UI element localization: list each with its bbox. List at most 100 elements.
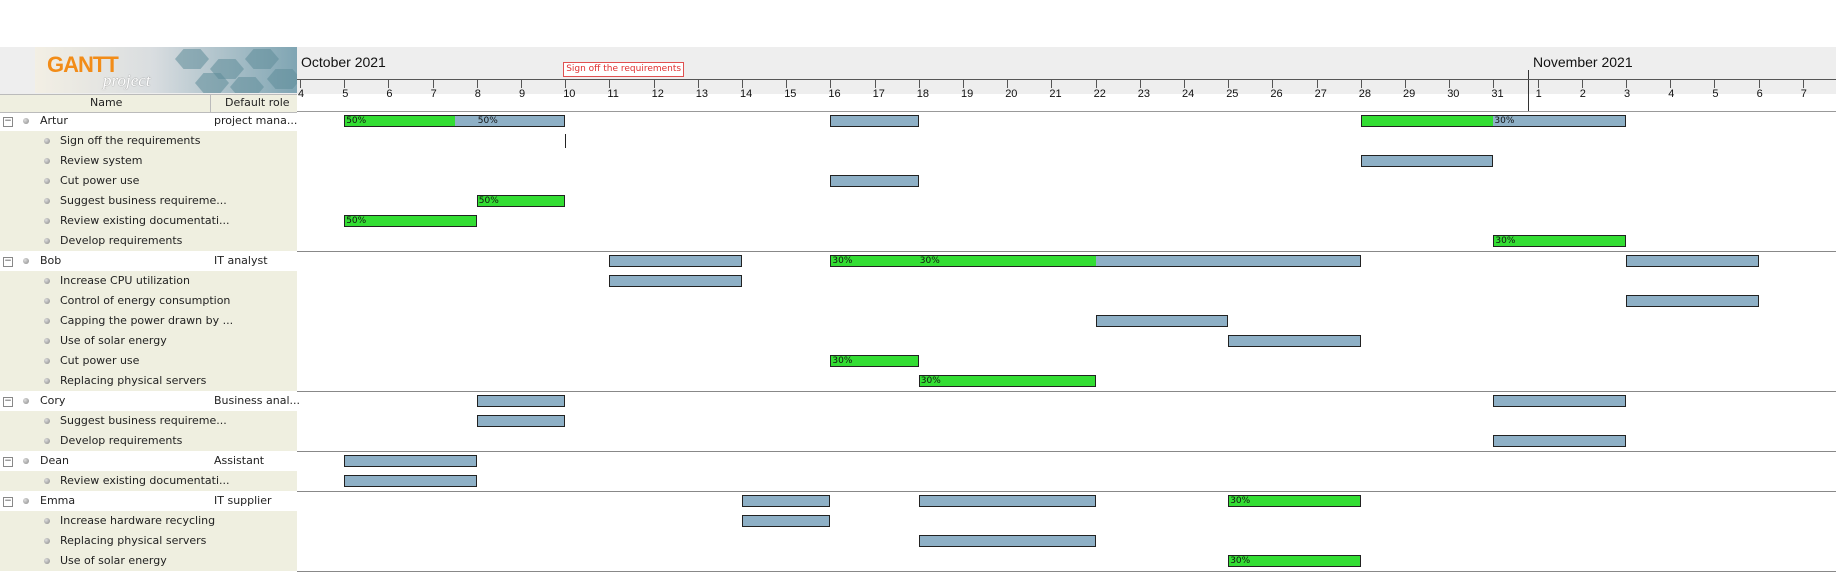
day-label: 16 <box>828 88 841 100</box>
task-bar[interactable]: 30% <box>918 375 1096 387</box>
resource-row[interactable]: − Cory Business anal... <box>0 391 1836 411</box>
task-bar[interactable] <box>742 495 831 507</box>
task-bar[interactable] <box>1626 255 1759 267</box>
day-label: 20 <box>1005 88 1018 100</box>
resource-row[interactable]: − Artur project mana... 50% 50% 30% <box>0 111 1836 131</box>
day-label: 19 <box>961 88 974 100</box>
task-bar[interactable] <box>742 515 831 527</box>
task-bar[interactable] <box>1493 395 1626 407</box>
day-label: 25 <box>1226 88 1239 100</box>
resource-row[interactable]: − Bob IT analyst 30% 30% <box>0 251 1836 271</box>
task-row[interactable]: Suggest business requireme... 50% <box>0 191 1836 211</box>
task-bar[interactable]: 30% <box>830 355 919 367</box>
task-row[interactable]: Review existing documentati... <box>0 471 1836 491</box>
task-bar[interactable] <box>344 475 477 487</box>
column-role-header[interactable]: Default role <box>225 96 290 109</box>
row-name-cell: − Bob IT analyst <box>0 251 297 271</box>
day-tick <box>742 79 743 88</box>
column-name-header[interactable]: Name <box>90 96 122 109</box>
task-row[interactable]: Review existing documentati... 50% <box>0 211 1836 231</box>
task-bar[interactable]: 50% <box>476 195 566 207</box>
task-row[interactable]: Replacing physical servers 30% <box>0 371 1836 391</box>
day-tick <box>874 79 876 88</box>
task-bar[interactable] <box>918 535 1096 547</box>
task-name: Control of energy consumption <box>60 294 231 307</box>
task-bar[interactable] <box>476 415 566 427</box>
task-bar[interactable] <box>344 455 477 467</box>
task-row[interactable]: Develop requirements <box>0 431 1836 451</box>
progress-label: 50% <box>478 196 499 206</box>
task-row[interactable]: Suggest business requireme... <box>0 411 1836 431</box>
progress-label: 30% <box>1495 236 1516 246</box>
day-label: 27 <box>1314 88 1327 100</box>
task-row[interactable]: Capping the power drawn by ... <box>0 311 1836 331</box>
task-bar[interactable] <box>1626 295 1759 307</box>
milestone-flag[interactable]: Sign off the requirements <box>563 62 685 77</box>
task-bar[interactable]: 50% <box>344 215 477 227</box>
day-label: 7 <box>430 88 437 100</box>
row-name-cell: Capping the power drawn by ... <box>0 311 297 331</box>
task-bar[interactable]: 30% <box>1360 115 1626 127</box>
task-row[interactable]: Increase CPU utilization <box>0 271 1836 291</box>
task-bar[interactable] <box>1228 335 1361 347</box>
collapse-toggle-icon[interactable]: − <box>3 117 13 127</box>
day-tick <box>963 79 964 88</box>
task-bar[interactable] <box>609 255 742 267</box>
day-label: 4 <box>298 88 305 100</box>
task-bar[interactable]: 30% <box>1228 555 1361 567</box>
task-bar[interactable] <box>918 495 1096 507</box>
day-label: 4 <box>1668 88 1675 100</box>
progress-label: 30% <box>832 256 853 266</box>
day-tick <box>1360 79 1362 88</box>
task-icon <box>44 198 50 204</box>
collapse-toggle-icon[interactable]: − <box>3 497 13 507</box>
resource-row[interactable]: − Dean Assistant <box>0 451 1836 471</box>
day-tick <box>432 79 434 88</box>
task-name: Suggest business requireme... <box>60 194 227 207</box>
task-row[interactable]: Use of solar energy <box>0 331 1836 351</box>
task-bar[interactable]: 50% 50% <box>344 115 566 127</box>
resource-icon <box>23 458 29 464</box>
task-row[interactable]: Control of energy consumption <box>0 291 1836 311</box>
task-name: Replacing physical servers <box>60 374 207 387</box>
day-label: 5 <box>342 88 349 100</box>
collapse-toggle-icon[interactable]: − <box>3 397 13 407</box>
row-name-cell: Increase CPU utilization <box>0 271 297 291</box>
task-bar[interactable]: 30% <box>1493 235 1626 247</box>
day-tick <box>1581 79 1583 88</box>
collapse-toggle-icon[interactable]: − <box>3 257 13 267</box>
task-row[interactable]: Cut power use <box>0 171 1836 191</box>
task-name: Review existing documentati... <box>60 214 230 227</box>
day-tick <box>1449 79 1451 88</box>
task-bar[interactable] <box>1095 315 1229 327</box>
day-label: 21 <box>1049 88 1062 100</box>
resource-role: Assistant <box>214 454 265 467</box>
task-bar[interactable]: 30% 30% <box>830 255 1361 267</box>
row-name-cell: Review system <box>0 151 297 171</box>
collapse-toggle-icon[interactable]: − <box>3 457 13 467</box>
task-row[interactable]: Review system <box>0 151 1836 171</box>
row-name-cell: Increase hardware recycling <box>0 511 297 531</box>
milestone-marker[interactable] <box>565 134 567 148</box>
task-bar[interactable] <box>1360 155 1494 167</box>
task-row[interactable]: Use of solar energy 30% <box>0 551 1836 571</box>
task-bar[interactable] <box>1493 435 1626 447</box>
task-bar[interactable] <box>830 175 919 187</box>
task-name: Suggest business requireme... <box>60 414 227 427</box>
task-bar[interactable] <box>830 115 919 127</box>
row-name-cell: Cut power use <box>0 171 297 191</box>
resource-name: Cory <box>40 394 66 407</box>
task-row[interactable]: Sign off the requirements <box>0 131 1836 151</box>
task-row[interactable]: Cut power use 30% <box>0 351 1836 371</box>
task-row[interactable]: Replacing physical servers <box>0 531 1836 551</box>
task-row[interactable]: Develop requirements 30% <box>0 231 1836 251</box>
task-bar[interactable]: 30% <box>1228 495 1361 507</box>
task-bar[interactable] <box>476 395 566 407</box>
row-name-cell: Use of solar energy <box>0 331 297 351</box>
day-tick <box>1139 79 1141 88</box>
task-name: Review existing documentati... <box>60 474 230 487</box>
task-bar[interactable] <box>609 275 742 287</box>
day-tick <box>1316 79 1318 88</box>
task-row[interactable]: Increase hardware recycling <box>0 511 1836 531</box>
resource-row[interactable]: − Emma IT supplier 30% <box>0 491 1836 511</box>
